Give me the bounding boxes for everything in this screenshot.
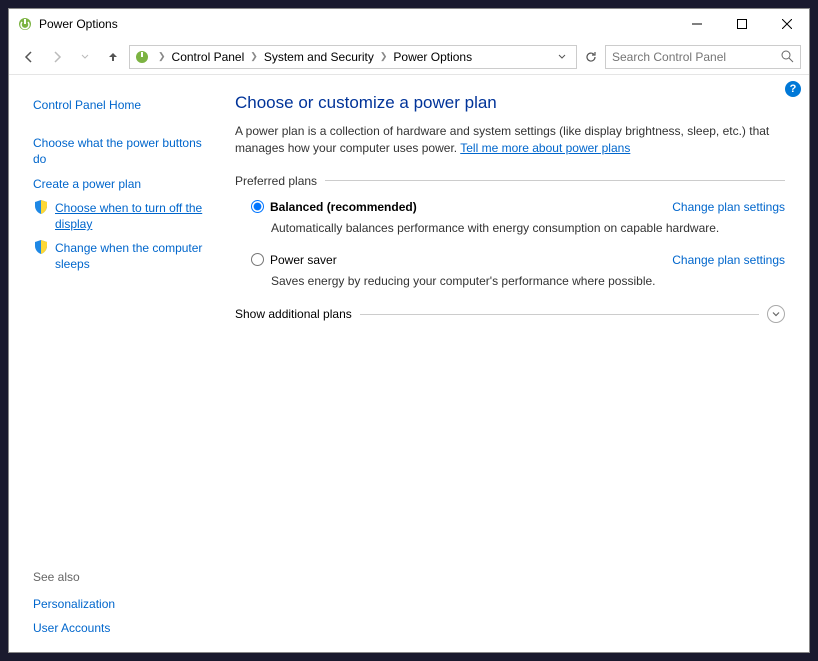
breadcrumb[interactable]: ❯ Control Panel ❯ System and Security ❯ … [129, 45, 577, 69]
content-area: ? Control Panel Home Choose what the pow… [9, 75, 809, 652]
chevron-right-icon: ❯ [154, 51, 170, 62]
see-also-label: See also [33, 566, 211, 592]
chevron-right-icon: ❯ [246, 51, 262, 62]
expand-button[interactable] [767, 305, 785, 323]
search-icon[interactable] [781, 50, 794, 63]
sidebar-link[interactable]: Choose what the power buttons do [33, 131, 211, 171]
maximize-button[interactable] [719, 10, 764, 39]
shield-icon [33, 239, 49, 255]
up-button[interactable] [101, 45, 125, 69]
window: Power Options ❯ Control Panel ❯ System a… [8, 8, 810, 653]
search-input[interactable] [612, 50, 781, 64]
change-plan-settings-link[interactable]: Change plan settings [672, 200, 785, 214]
forward-button[interactable] [45, 45, 69, 69]
control-panel-home-link[interactable]: Control Panel Home [33, 93, 211, 117]
close-button[interactable] [764, 10, 809, 39]
sidebar: Control Panel Home Choose what the power… [9, 75, 223, 652]
related-link[interactable]: Personalization [33, 592, 211, 616]
main-panel: Choose or customize a power plan A power… [223, 75, 809, 652]
plan-name: Power saver [270, 253, 337, 267]
chevron-right-icon: ❯ [376, 51, 392, 62]
plan-radio-label[interactable]: Balanced (recommended) [251, 200, 417, 214]
page-description: A power plan is a collection of hardware… [235, 123, 785, 158]
sidebar-link[interactable]: Create a power plan [33, 172, 211, 196]
preferred-plans-label: Preferred plans [235, 174, 785, 188]
show-additional-plans-row: Show additional plans [235, 305, 785, 323]
tell-me-more-link[interactable]: Tell me more about power plans [460, 141, 630, 155]
plan-radio[interactable] [251, 200, 264, 213]
divider [325, 180, 785, 181]
plan-description: Saves energy by reducing your computer's… [271, 273, 785, 290]
plan-radio[interactable] [251, 253, 264, 266]
refresh-button[interactable] [581, 46, 601, 68]
titlebar[interactable]: Power Options [9, 9, 809, 39]
plan-description: Automatically balances performance with … [271, 220, 785, 237]
power-plan-balanced: Balanced (recommended) Change plan setti… [251, 200, 785, 237]
help-icon[interactable]: ? [785, 81, 801, 97]
plan-radio-label[interactable]: Power saver [251, 253, 337, 267]
window-title: Power Options [39, 17, 674, 31]
power-options-icon [134, 49, 150, 65]
show-additional-plans-label: Show additional plans [235, 307, 352, 321]
breadcrumb-item[interactable]: Control Panel [170, 50, 247, 64]
sidebar-link-active[interactable]: Choose when to turn off the display [55, 196, 211, 236]
shield-icon [33, 199, 49, 215]
recent-dropdown[interactable] [73, 45, 97, 69]
back-button[interactable] [17, 45, 41, 69]
minimize-button[interactable] [674, 10, 719, 39]
search-box[interactable] [605, 45, 801, 69]
plan-name: Balanced (recommended) [270, 200, 417, 214]
page-heading: Choose or customize a power plan [235, 93, 785, 113]
breadcrumb-item[interactable]: System and Security [262, 50, 376, 64]
breadcrumb-item[interactable]: Power Options [391, 50, 474, 64]
power-plan-power-saver: Power saver Change plan settings Saves e… [251, 253, 785, 290]
change-plan-settings-link[interactable]: Change plan settings [672, 253, 785, 267]
related-link[interactable]: User Accounts [33, 616, 211, 640]
divider [360, 314, 759, 315]
breadcrumb-dropdown[interactable] [552, 46, 572, 68]
sidebar-link[interactable]: Change when the computer sleeps [55, 236, 211, 276]
navbar: ❯ Control Panel ❯ System and Security ❯ … [9, 39, 809, 75]
power-options-icon [17, 16, 33, 32]
